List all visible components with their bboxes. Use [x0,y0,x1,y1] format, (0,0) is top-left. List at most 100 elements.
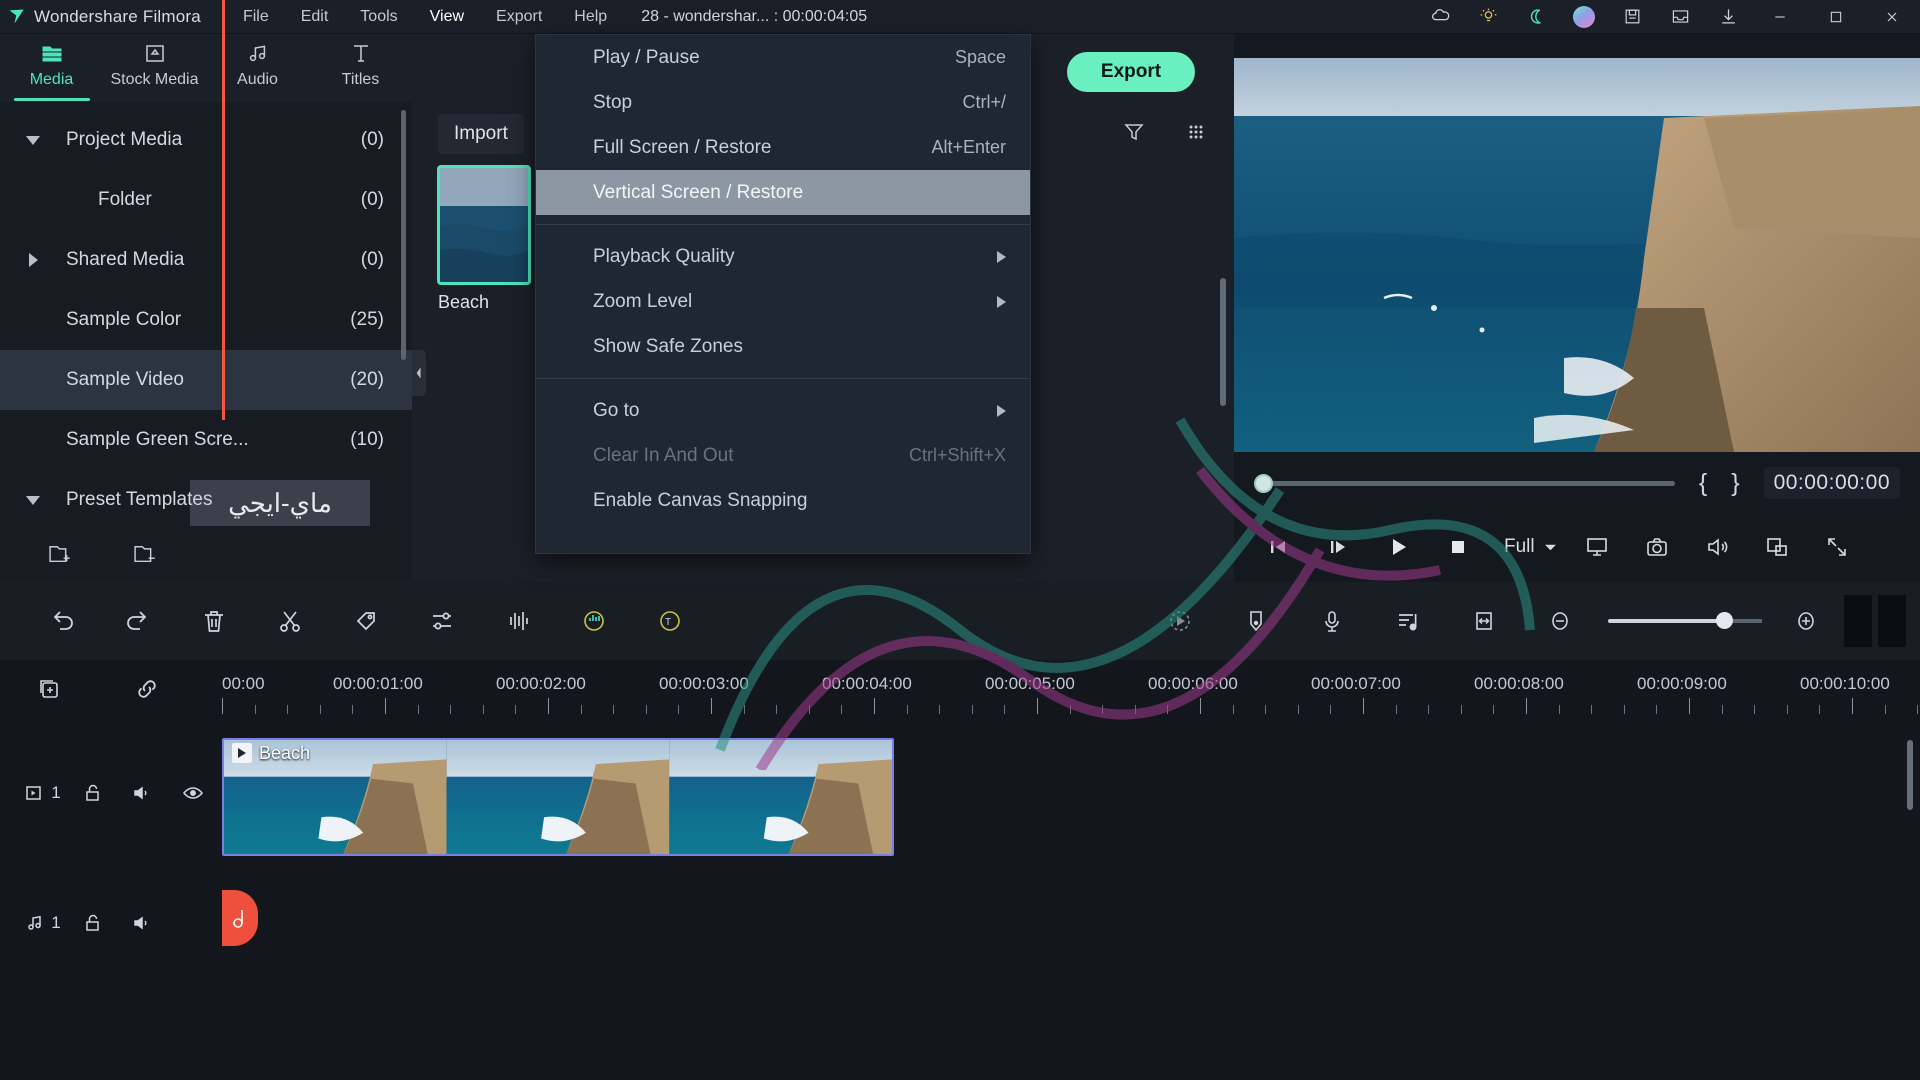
menu-item-go-to[interactable]: Go to [536,388,1030,433]
preview-seek-bar[interactable] [1254,473,1675,493]
volume-icon[interactable] [1687,514,1747,580]
inbox-icon[interactable] [1656,0,1704,34]
filter-icon[interactable] [1122,120,1146,149]
fullscreen-icon[interactable] [1807,514,1867,580]
sidebar-item-folder[interactable]: Folder (0) [0,170,412,230]
menu-item-play-pause[interactable]: Play / Pause Space [536,35,1030,80]
sidebar-item-shared-media[interactable]: Shared Media (0) [0,230,412,290]
prev-frame-icon[interactable] [1248,514,1308,580]
panel-collapse-handle[interactable] [412,350,426,396]
stop-icon[interactable] [1428,514,1488,580]
split-scissors-icon[interactable] [252,582,328,660]
preview-timecode[interactable]: 00:00:00:00 [1763,467,1900,499]
zoom-slider-knob[interactable] [1716,612,1733,629]
tab-stock-media-label: Stock Media [110,71,199,88]
cloud-icon[interactable] [1416,0,1464,34]
display-icon[interactable] [1567,514,1627,580]
download-icon[interactable] [1704,0,1752,34]
title-bar: Wondershare Filmora File Edit Tools View… [0,0,1920,34]
menu-view[interactable]: View [414,2,480,32]
maximize-icon[interactable] [1808,0,1864,34]
save-icon[interactable] [1608,0,1656,34]
audio-track-icon[interactable]: 1 [18,913,68,933]
render-preview-icon[interactable] [1142,582,1218,660]
ruler-tick-mark [1884,705,1886,714]
sidebar-scrollbar[interactable] [401,110,406,360]
play-icon[interactable] [1368,514,1428,580]
mute-icon[interactable] [118,913,168,933]
adjust-sliders-icon[interactable] [404,582,480,660]
export-button[interactable]: Export [1067,52,1195,92]
avatar[interactable] [1560,0,1608,34]
preview-seek-knob[interactable] [1254,473,1273,493]
menu-item-vertical-screen-restore[interactable]: Vertical Screen / Restore [536,170,1030,215]
menu-item-stop[interactable]: Stop Ctrl+/ [536,80,1030,125]
tab-stock-media[interactable]: Stock Media [103,40,206,89]
preview-video[interactable] [1234,58,1920,452]
zoom-slider[interactable] [1608,612,1762,629]
lock-open-icon[interactable] [68,783,118,803]
delete-icon[interactable] [176,582,252,660]
marker-tag-icon[interactable] [328,582,404,660]
lightbulb-icon[interactable] [1464,0,1512,34]
sidebar-item-project-media[interactable]: Project Media (0) [0,110,412,170]
disclosure-toggle[interactable] [0,135,66,145]
add-track-icon[interactable] [0,660,98,718]
grid-view-icon[interactable] [1184,120,1208,149]
sidebar-item-sample-color[interactable]: Sample Color (25) [0,290,412,350]
sidebar-item-sample-video[interactable]: Sample Video (20) [0,350,412,410]
media-thumbnail[interactable] [437,165,531,285]
zoom-in-icon[interactable] [1768,582,1844,660]
mark-in-button[interactable]: { [1699,469,1707,498]
moon-icon[interactable] [1512,0,1560,34]
new-folder-icon[interactable] [48,541,75,570]
pip-icon[interactable] [1747,514,1807,580]
close-icon[interactable] [1864,0,1920,34]
menu-item-playback-quality[interactable]: Playback Quality [536,234,1030,279]
menu-item-full-screen-restore[interactable]: Full Screen / Restore Alt+Enter [536,125,1030,170]
playhead[interactable] [222,0,225,420]
menu-export[interactable]: Export [480,2,558,32]
lock-open-icon[interactable] [68,913,118,933]
audio-mixer-icon[interactable] [1370,582,1446,660]
timeline-clip[interactable]: Beach [222,738,894,856]
mark-out-button[interactable]: } [1731,469,1739,498]
menu-item-enable-canvas-snapping[interactable]: Enable Canvas Snapping [536,478,1030,523]
auto-beat-sync-icon[interactable] [556,582,632,660]
zoom-out-icon[interactable] [1522,582,1598,660]
sidebar-item-sample-green-scre[interactable]: Sample Green Scre... (10) [0,410,412,470]
auto-text-icon[interactable]: T [632,582,708,660]
minimize-icon[interactable] [1752,0,1808,34]
timeline-ruler[interactable]: 00:00 00:00:01:00 00:00:02:00 00:00:03:00 00… [222,660,1920,718]
playback-quality-select[interactable]: Full [1504,536,1557,558]
link-icon[interactable] [98,660,196,718]
menu-help[interactable]: Help [558,2,623,32]
next-frame-icon[interactable] [1308,514,1368,580]
media-panel-scrollbar[interactable] [1220,278,1226,406]
menu-item-show-safe-zones[interactable]: Show Safe Zones [536,324,1030,369]
record-voiceover-icon[interactable] [1294,582,1370,660]
mute-icon[interactable] [118,783,168,803]
tab-titles[interactable]: Titles [309,40,412,89]
audio-waveform-icon[interactable] [480,582,556,660]
disclosure-toggle[interactable] [0,495,66,505]
undo-icon[interactable] [24,582,100,660]
ruler-tick-mark [1656,705,1658,714]
snapshot-icon[interactable] [1627,514,1687,580]
menu-edit[interactable]: Edit [285,2,345,32]
menu-tools[interactable]: Tools [344,2,413,32]
menu-item-zoom-level[interactable]: Zoom Level [536,279,1030,324]
ruler-tick-mark [1623,705,1625,714]
timeline-scrollbar[interactable] [1907,740,1913,810]
eye-icon[interactable] [168,783,218,803]
import-button[interactable]: Import [438,114,524,154]
marker-icon[interactable] [1218,582,1294,660]
remove-folder-icon[interactable] [133,541,160,570]
disclosure-toggle[interactable] [0,253,66,267]
video-track-icon[interactable]: 1 [18,783,68,803]
tab-media[interactable]: Media [0,40,103,89]
menu-file[interactable]: File [227,2,285,32]
media-item[interactable]: Beach [437,165,531,313]
fit-timeline-icon[interactable] [1446,582,1522,660]
redo-icon[interactable] [100,582,176,660]
